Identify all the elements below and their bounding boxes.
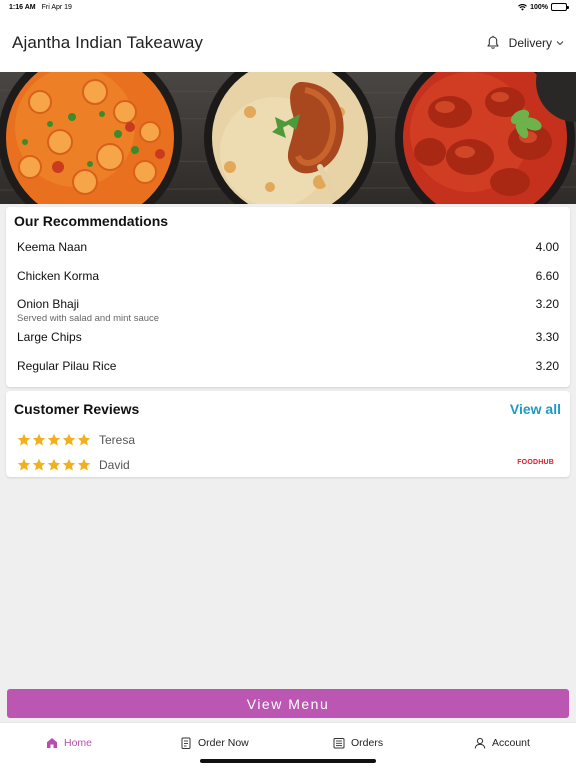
tab-label: Home xyxy=(64,737,93,749)
item-price: 4.00 xyxy=(535,240,559,254)
reviewer-name: David xyxy=(99,458,130,472)
bell-icon[interactable] xyxy=(485,35,501,51)
item-info: Onion Bhaji Served with salad and mint s… xyxy=(17,297,159,324)
item-name: Onion Bhaji xyxy=(17,297,80,311)
list-item[interactable]: Onion Bhaji Served with salad and mint s… xyxy=(17,297,559,324)
status-bar: 1:16 AM Fri Apr 19 100% xyxy=(0,0,576,14)
item-price: 3.30 xyxy=(535,330,559,344)
foodhub-logo: FOODHUB xyxy=(517,459,554,466)
list-item[interactable]: Large Chips 3.30 xyxy=(17,330,559,344)
delivery-selector[interactable]: Delivery xyxy=(509,36,564,50)
view-all-link[interactable]: View all xyxy=(510,401,561,417)
header-actions: Delivery xyxy=(485,35,564,51)
star-icon xyxy=(17,458,31,471)
recommendations-title: Our Recommendations xyxy=(14,213,169,229)
page-title: Ajantha Indian Takeaway xyxy=(12,33,204,52)
status-date: Fri Apr 19 xyxy=(41,3,72,11)
star-icon xyxy=(47,433,61,446)
battery-percent: 100% xyxy=(530,3,548,11)
tab-home[interactable]: Home xyxy=(46,737,92,749)
reviews-card: Customer Reviews View all Teresa David F… xyxy=(6,391,570,477)
star-icon xyxy=(62,458,76,471)
star-icon xyxy=(32,458,46,471)
tab-orders[interactable]: Orders xyxy=(333,737,383,749)
tab-account[interactable]: Account xyxy=(474,737,530,749)
view-menu-button[interactable]: View Menu xyxy=(7,689,569,718)
star-icon xyxy=(77,433,91,446)
home-indicator xyxy=(200,759,376,763)
item-price: 3.20 xyxy=(535,297,559,311)
item-name: Keema Naan xyxy=(17,240,88,254)
list-item[interactable]: Chicken Korma 6.60 xyxy=(17,269,559,283)
chevron-down-icon xyxy=(556,41,564,46)
tab-label: Account xyxy=(492,737,530,749)
account-icon xyxy=(474,737,486,749)
app-header: Ajantha Indian Takeaway Delivery xyxy=(0,14,576,72)
item-name: Large Chips xyxy=(17,330,82,344)
star-rating xyxy=(17,433,91,447)
star-icon xyxy=(62,433,76,446)
home-icon xyxy=(47,738,57,748)
status-time: 1:16 AM xyxy=(9,3,36,11)
list-item[interactable]: Regular Pilau Rice 3.20 xyxy=(17,359,559,373)
delivery-label: Delivery xyxy=(508,36,552,50)
star-icon xyxy=(17,433,31,446)
tab-order-now[interactable]: Order Now xyxy=(180,737,249,749)
item-name: Chicken Korma xyxy=(17,269,100,283)
item-description: Served with salad and mint sauce xyxy=(17,313,160,324)
item-name: Regular Pilau Rice xyxy=(17,359,117,373)
food-banner-image xyxy=(0,72,576,204)
tab-label: Orders xyxy=(351,737,384,749)
tab-label: Order Now xyxy=(198,737,249,749)
reviews-title: Customer Reviews xyxy=(14,401,140,417)
wifi-icon xyxy=(518,3,527,11)
list-item[interactable]: Keema Naan 4.00 xyxy=(17,240,559,254)
orders-icon xyxy=(333,738,345,749)
item-price: 3.20 xyxy=(535,359,559,373)
food-banner xyxy=(0,72,576,204)
star-icon xyxy=(32,433,46,446)
battery-icon xyxy=(551,3,569,11)
order-icon xyxy=(181,737,191,749)
status-right: 100% xyxy=(518,3,569,11)
star-rating xyxy=(17,458,91,472)
review-item: Teresa xyxy=(17,433,135,447)
reviewer-name: Teresa xyxy=(99,433,136,447)
recommendations-card: Our Recommendations Keema Naan 4.00 Chic… xyxy=(6,207,570,387)
star-icon xyxy=(47,458,61,471)
review-item: David xyxy=(17,458,130,472)
item-price: 6.60 xyxy=(535,269,559,283)
star-icon xyxy=(77,458,91,471)
